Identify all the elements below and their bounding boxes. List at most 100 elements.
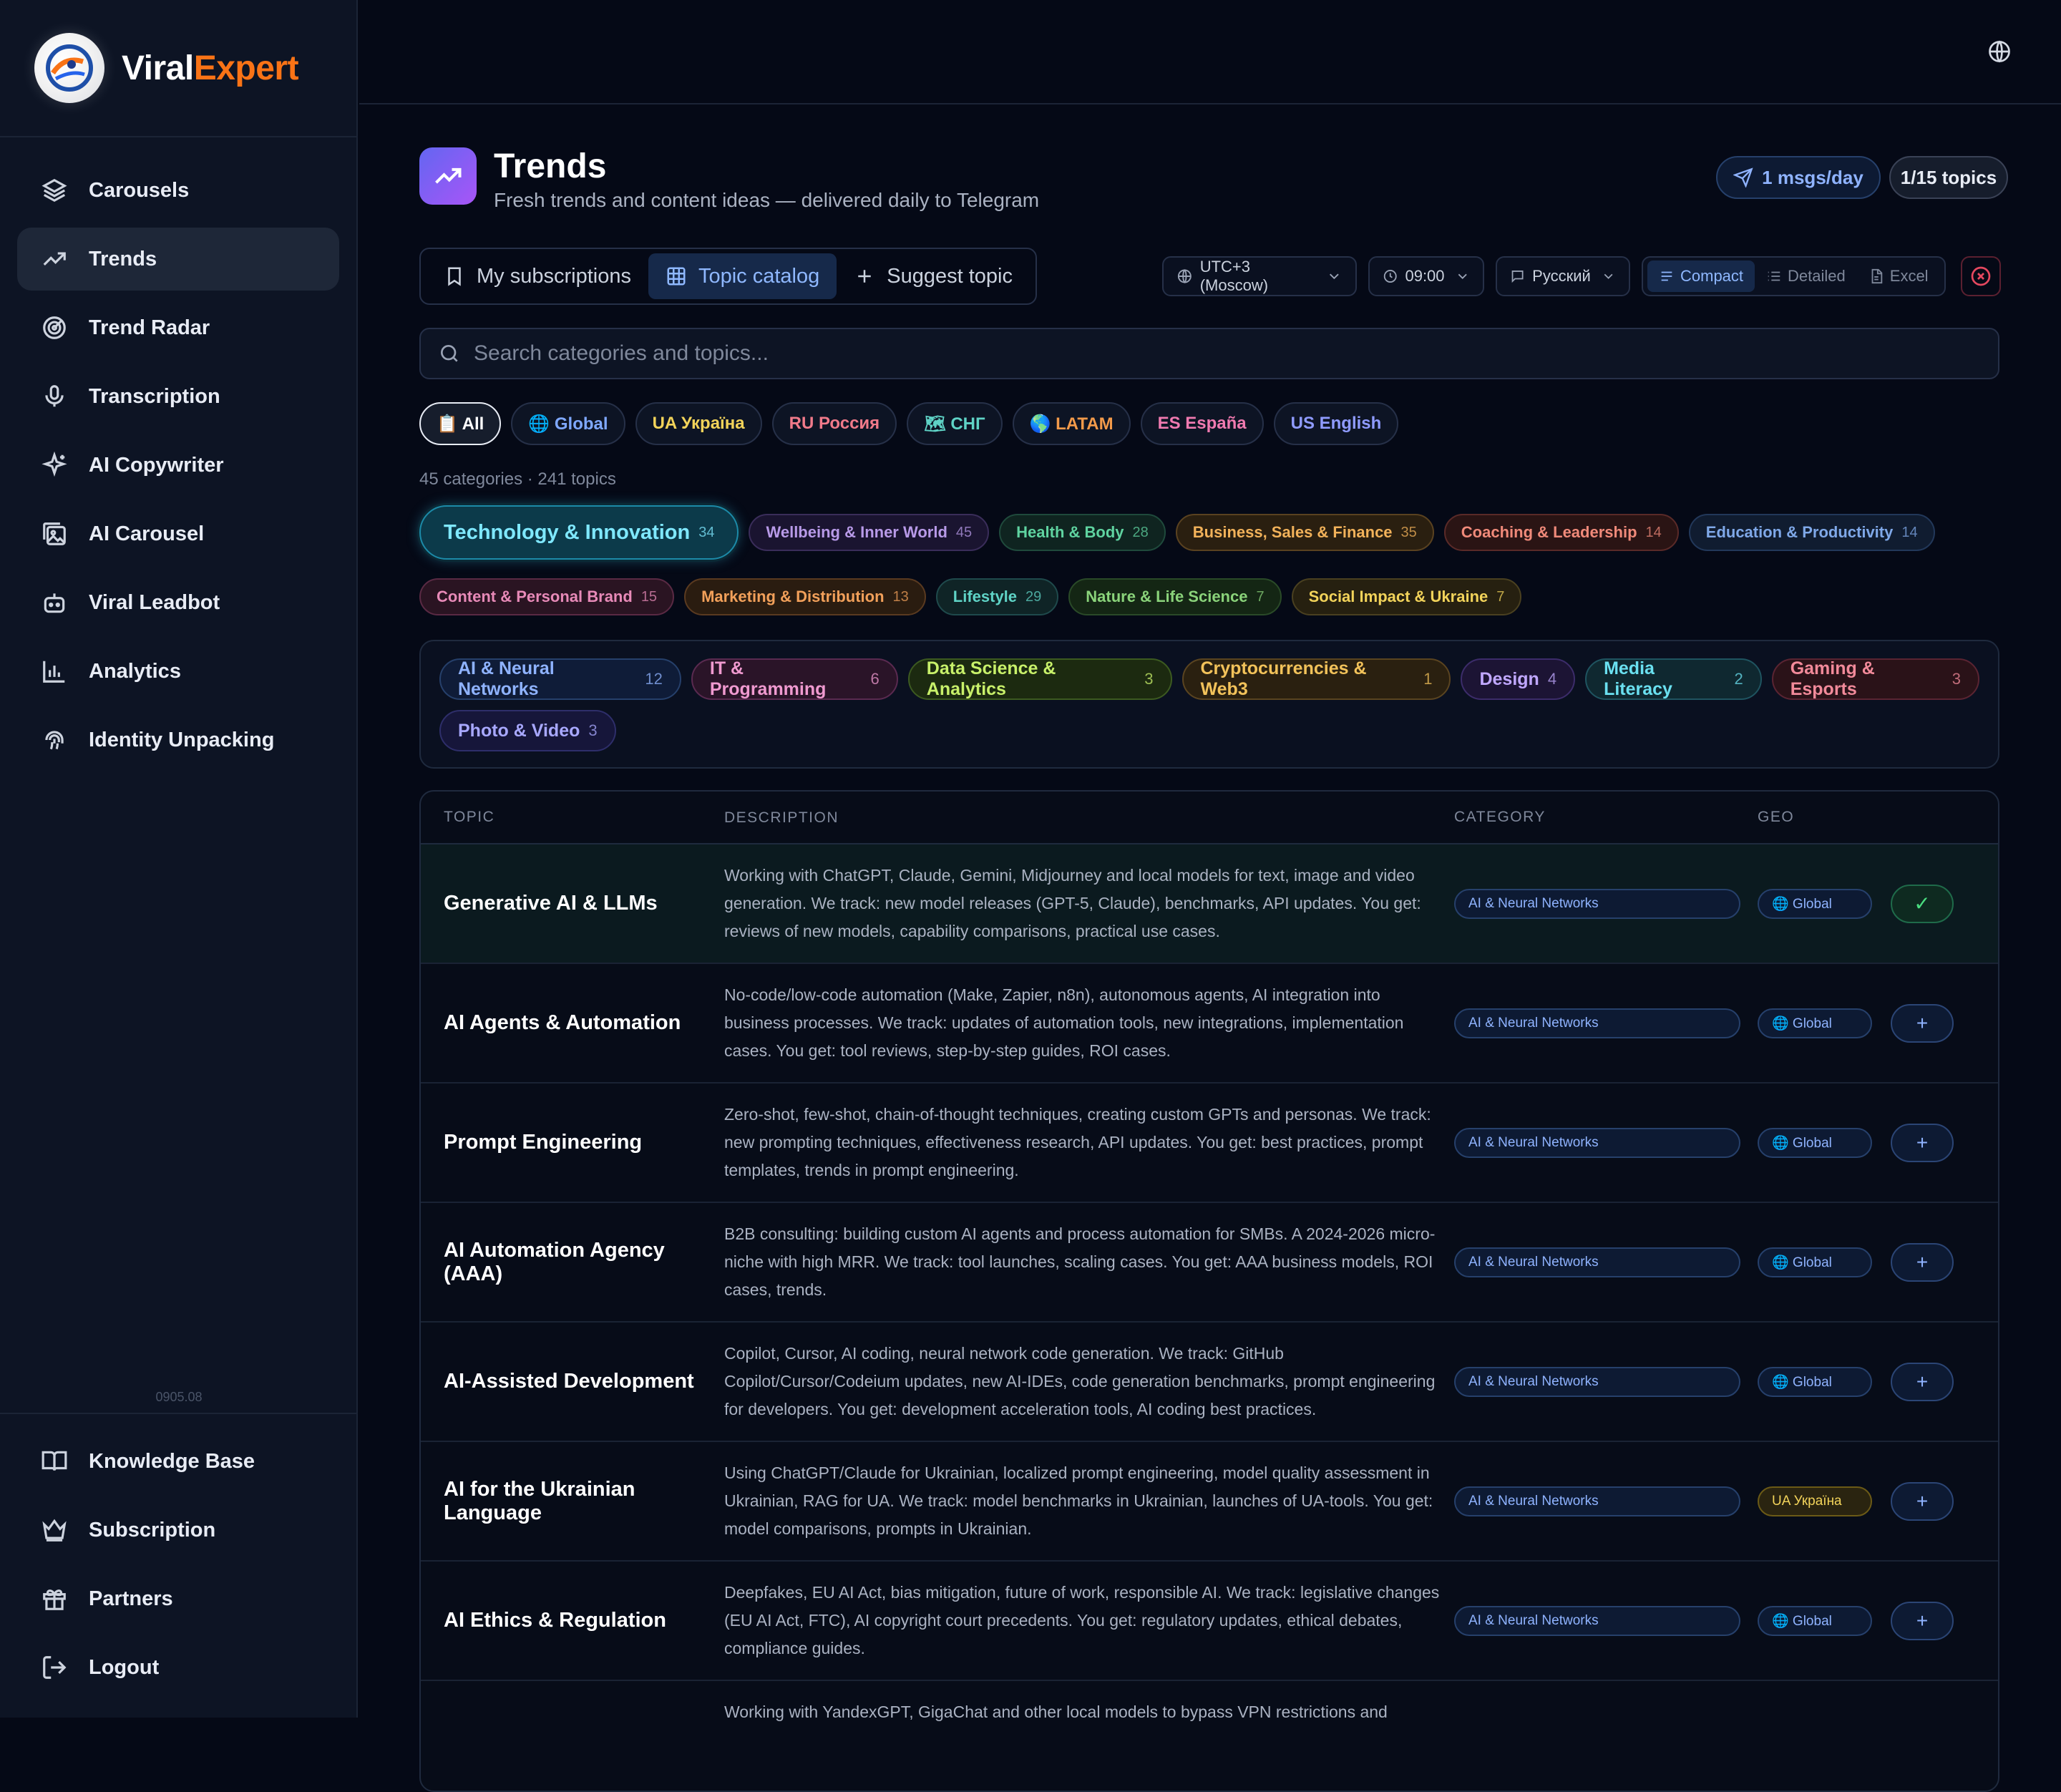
crown-icon [40,1516,69,1544]
table-row[interactable]: AI for the Ukrainian Language Using ChatG… [421,1442,1998,1562]
topics-table: TOPIC DESCRIPTION CATEGORY GEO Generativ… [419,790,1999,1792]
subscribe-button[interactable]: + [1891,1242,1954,1282]
subscribed-button[interactable]: ✓ [1891,884,1954,923]
geo-chip[interactable]: US English [1273,402,1399,445]
geo-chip[interactable]: UA Україна [635,402,762,445]
send-icon [1733,167,1753,188]
sidebar-item-label: Analytics [89,659,181,683]
subcategory-chip[interactable]: Gaming & Esports 3 [1771,658,1979,700]
sidebar-item-carousels[interactable]: Carousels [17,159,339,222]
sidebar-item-partners[interactable]: Partners [17,1567,339,1630]
topics-count-badge[interactable]: 1/15 topics [1889,156,2008,199]
subcategory-chip[interactable]: IT & Programming 6 [691,658,898,700]
topic-description: Deepfakes, EU AI Act, bias mitigation, f… [724,1583,1440,1657]
subcategory-chip[interactable]: Data Science & Analytics 3 [907,658,1172,700]
table-row[interactable]: AI-Assisted Development Copilot, Cursor, … [421,1323,1998,1442]
subcategory-chip[interactable]: Design 4 [1461,658,1576,700]
subcategory-chip-label: AI & Neural Networks [458,658,555,699]
sidebar-item-ai-copywriter[interactable]: AI Copywriter [17,434,339,497]
category-chip[interactable]: Wellbeing & Inner World 45 [749,514,990,551]
subscribe-button[interactable]: + [1891,1003,1954,1043]
category-chip[interactable]: Lifestyle 29 [935,578,1059,615]
category-cell: AI & Neural Networks [1454,1008,1758,1038]
geo-chip[interactable]: 🗺 СНГ [907,402,1003,445]
sidebar-item-logout[interactable]: Logout [17,1636,339,1699]
sidebar-item-identity-unpacking[interactable]: Identity Unpacking [17,708,339,771]
category-chip[interactable]: Business, Sales & Finance 35 [1175,514,1434,551]
sidebar-item-label: AI Copywriter [89,453,224,477]
microphone-icon [40,382,69,411]
category-cell: AI & Neural Networks [1454,1127,1758,1158]
language-select[interactable]: Русский [1496,256,1630,296]
sidebar-item-trend-radar[interactable]: Trend Radar [17,296,339,359]
category-chip-count: 14 [1901,524,1918,540]
subscribe-button[interactable]: + [1891,1601,1954,1640]
table-row[interactable]: Working with YandexGPT, GigaChat and oth… [421,1681,1998,1791]
table-row[interactable]: Generative AI & LLMs Working with ChatGPT… [421,844,1998,964]
tab-topic-catalog[interactable]: Topic catalog [648,253,837,299]
trending-up-icon [40,245,69,273]
subscribe-button[interactable]: + [1891,1481,1954,1521]
table-row[interactable]: AI Ethics & Regulation Deepfakes, EU AI A… [421,1562,1998,1681]
detailed-view-button[interactable]: Detailed [1755,260,1857,292]
table-row[interactable]: AI Automation Agency (AAA) B2B consulting… [421,1203,1998,1323]
category-chip[interactable]: Nature & Life Science 7 [1068,578,1282,615]
subcategory-chip-count: 6 [870,670,880,688]
subcategory-chip[interactable]: Media Literacy 2 [1585,658,1762,700]
category-chip-count: 7 [1496,588,1505,605]
sidebar-item-label: Carousels [89,178,190,202]
geo-chip[interactable]: ES España [1140,402,1264,445]
excel-export-button[interactable]: Excel [1857,260,1940,292]
sidebar-item-analytics[interactable]: Analytics [17,640,339,703]
logo[interactable]: ViralExpert [0,0,356,137]
compact-view-button[interactable]: Compact [1647,260,1755,292]
category-chip-count: 13 [892,588,909,605]
geo-chip[interactable]: 📋 All [419,402,502,445]
geo-filter: 📋 All 🌐 Global UA Україна RU Россия 🗺 СНГ 🌎 L… [419,402,1399,445]
tab-my-subscriptions[interactable]: My subscriptions [427,253,648,299]
sidebar-item-transcription[interactable]: Transcription [17,365,339,428]
search-input[interactable] [474,341,1833,366]
category-chip[interactable]: Content & Personal Brand 15 [419,578,675,615]
subscribe-button[interactable]: + [1891,1123,1954,1162]
sidebar-item-label: Logout [89,1655,160,1679]
sidebar-item-subscription[interactable]: Subscription [17,1499,339,1562]
subcategory-chip-count: 3 [1144,670,1154,688]
sidebar-bottom-nav: Knowledge Base Subscription Partners Log… [0,1413,356,1705]
tab-suggest-topic[interactable]: Suggest topic [837,253,1030,299]
category-chip-count: 29 [1025,588,1042,605]
time-select[interactable]: 09:00 [1368,256,1484,296]
category-chip-label: Coaching & Leadership [1461,523,1637,541]
subcategory-chip[interactable]: Photo & Video 3 [439,710,616,751]
subcategory-chip[interactable]: Cryptocurrencies & Web3 1 [1181,658,1451,700]
table-row[interactable]: AI Agents & Automation No-code/low-code a… [421,964,1998,1084]
category-chip-label: Education & Productivity [1705,523,1894,541]
category-chip[interactable]: Health & Body 28 [999,514,1166,551]
category-chip[interactable]: Social Impact & Ukraine 7 [1291,578,1522,615]
table-row[interactable]: Prompt Engineering Zero-shot, few-shot, c… [421,1084,1998,1203]
category-chip[interactable]: Coaching & Leadership 14 [1443,514,1679,551]
subcategory-chip[interactable]: AI & Neural Networks 12 [439,658,681,700]
globe-icon[interactable] [1987,39,2012,64]
timezone-select[interactable]: UTC+3 (Moscow) [1162,256,1357,296]
geo-chip[interactable]: 🌎 LATAM [1012,402,1131,445]
topic-name: AI Agents & Automation [444,1011,681,1034]
sidebar-item-knowledge-base[interactable]: Knowledge Base [17,1430,339,1493]
subcategory-chip-label: Cryptocurrencies & Web3 [1200,658,1367,699]
geo-chip[interactable]: RU Россия [771,402,897,445]
sidebar-item-trends[interactable]: Trends [17,228,339,291]
category-chip[interactable]: Marketing & Distribution 13 [684,578,926,615]
sidebar-item-viral-leadbot[interactable]: Viral Leadbot [17,571,339,634]
msgs-per-day-badge[interactable]: 1 msgs/day [1716,156,1881,199]
image-stack-icon [40,520,69,548]
category-chip-count: 45 [955,524,973,540]
sidebar-item-ai-carousel[interactable]: AI Carousel [17,502,339,565]
category-chip-count: 14 [1645,524,1662,540]
category-chip[interactable]: Technology & Innovation 34 [419,505,739,560]
close-button[interactable] [1961,256,2001,296]
category-chip[interactable]: Education & Productivity 14 [1688,514,1935,551]
subscribe-button[interactable]: + [1891,1362,1954,1401]
geo-chip[interactable]: 🌐 Global [511,402,625,445]
bar-chart-icon [40,657,69,686]
globe-icon [1177,269,1192,283]
